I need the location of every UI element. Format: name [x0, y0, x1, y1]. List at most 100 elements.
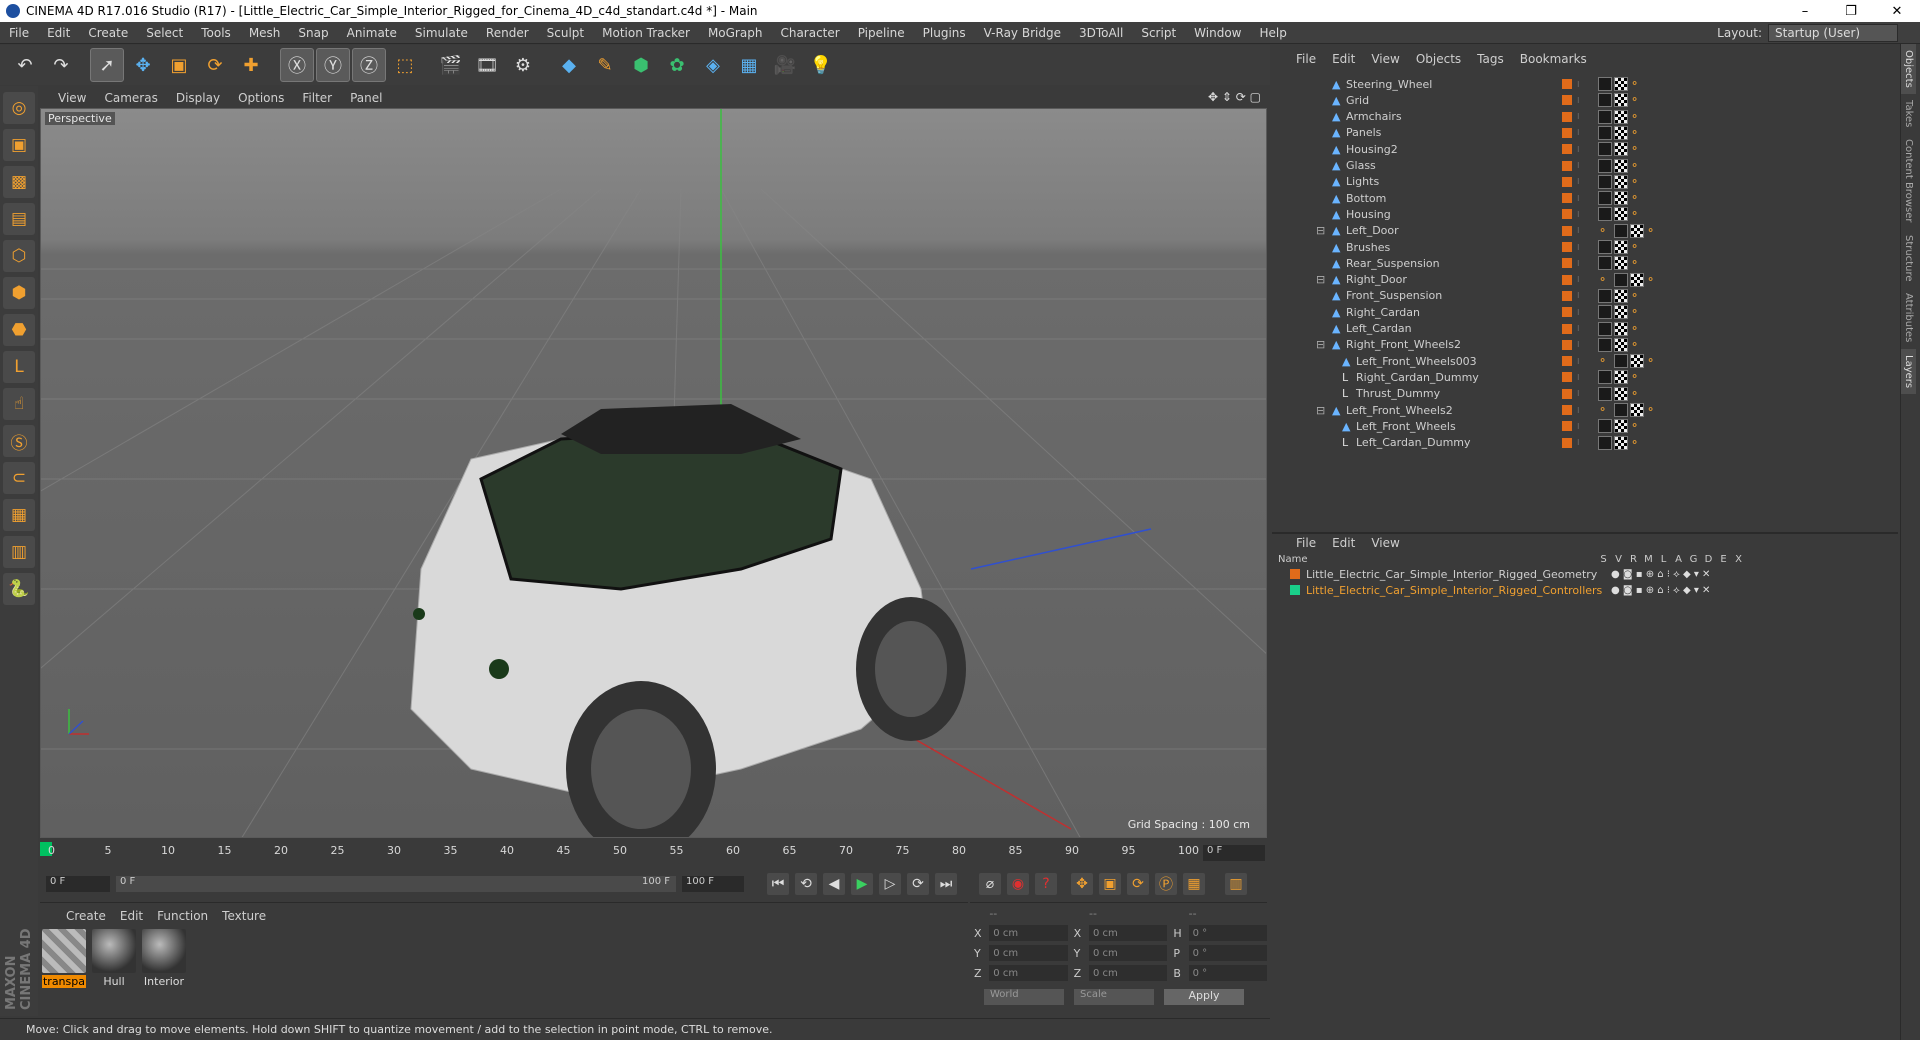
xpresso-tag-icon[interactable]: ⚬	[1630, 77, 1644, 91]
om-menu-edit[interactable]: Edit	[1332, 52, 1355, 66]
layer-color-swatch[interactable]	[1562, 388, 1572, 399]
close-button[interactable]: ✕	[1874, 0, 1920, 22]
material-interior[interactable]: Interior	[142, 929, 186, 988]
render-view-icon[interactable]: 🎬	[434, 48, 468, 82]
xpresso-tag-icon[interactable]: ⚬	[1630, 338, 1644, 352]
om-menu-objects[interactable]: Objects	[1416, 52, 1461, 66]
checker-material-tag-icon[interactable]	[1630, 223, 1644, 238]
checker-material-tag-icon[interactable]	[1614, 337, 1628, 352]
menu-select[interactable]: Select	[137, 26, 192, 40]
mat-menu-texture[interactable]: Texture	[222, 909, 266, 923]
workplane-lock-icon[interactable]: ▦	[3, 499, 35, 531]
expand-toggle-icon[interactable]: ⊟	[1316, 273, 1325, 286]
material-tag-icon[interactable]	[1614, 354, 1628, 369]
visibility-dots-icon[interactable]: ⁝	[1577, 210, 1580, 219]
xpresso-tag-icon[interactable]: ⚬	[1598, 354, 1612, 368]
viewport-menu-display[interactable]: Display	[176, 91, 220, 105]
xpresso-tag-icon[interactable]: ⚬	[1630, 142, 1644, 156]
apply-button[interactable]: Apply	[1164, 989, 1244, 1005]
material-tag-icon[interactable]	[1598, 142, 1612, 157]
expand-toggle-icon[interactable]: ⊟	[1316, 224, 1325, 237]
menu-plugins[interactable]: Plugins	[914, 26, 975, 40]
checker-material-tag-icon[interactable]	[1614, 93, 1628, 108]
visibility-dots-icon[interactable]: ⁝	[1577, 406, 1580, 415]
scale-tool-icon[interactable]: ▣	[162, 48, 196, 82]
viewport-menu-options[interactable]: Options	[238, 91, 284, 105]
checker-material-tag-icon[interactable]	[1614, 240, 1628, 254]
next-frame-icon[interactable]: ▷	[879, 873, 901, 895]
visibility-dots-icon[interactable]: ⁝	[1577, 275, 1580, 284]
menu-v-ray-bridge[interactable]: V-Ray Bridge	[975, 26, 1070, 40]
layer-color-swatch[interactable]	[1562, 127, 1572, 138]
xpresso-tag-icon[interactable]: ⚬	[1630, 207, 1644, 221]
checker-material-tag-icon[interactable]	[1614, 207, 1628, 222]
select-tool-icon[interactable]: ➚	[90, 48, 124, 82]
material-tag-icon[interactable]	[1598, 435, 1612, 450]
material-tag-icon[interactable]	[1598, 288, 1612, 303]
xpresso-tag-icon[interactable]: ⚬	[1630, 240, 1644, 254]
visibility-dots-icon[interactable]: ⁝	[1577, 340, 1580, 349]
menu-3dtoall[interactable]: 3DToAll	[1070, 26, 1132, 40]
redo-icon[interactable]: ↷	[44, 48, 78, 82]
visibility-dots-icon[interactable]: ⁝	[1577, 422, 1580, 431]
visibility-dots-icon[interactable]: ⁝	[1577, 112, 1580, 121]
viewport-menu-cameras[interactable]: Cameras	[104, 91, 157, 105]
pen-spline-icon[interactable]: ✎	[588, 48, 622, 82]
checker-material-tag-icon[interactable]	[1614, 142, 1628, 157]
xpresso-tag-icon[interactable]: ⚬	[1598, 403, 1612, 417]
menu-snap[interactable]: Snap	[289, 26, 337, 40]
z-axis-icon[interactable]: Ⓩ	[352, 48, 386, 82]
layer-color-swatch[interactable]	[1290, 569, 1300, 579]
end-frame-field[interactable]: 100 F	[682, 876, 744, 892]
layer-color-swatch[interactable]	[1562, 144, 1572, 155]
menu-mesh[interactable]: Mesh	[240, 26, 290, 40]
visibility-dots-icon[interactable]: ⁝	[1577, 389, 1580, 398]
menu-mograph[interactable]: MoGraph	[699, 26, 772, 40]
visibility-dots-icon[interactable]: ⁝	[1577, 177, 1580, 186]
mat-menu-function[interactable]: Function	[157, 909, 208, 923]
xpresso-tag-icon[interactable]: ⚬	[1630, 110, 1644, 124]
checker-material-tag-icon[interactable]	[1614, 158, 1628, 173]
visibility-dots-icon[interactable]: ⁝	[1577, 291, 1580, 300]
timeline-window-icon[interactable]: ▥	[1225, 873, 1247, 895]
checker-material-tag-icon[interactable]	[1614, 305, 1628, 320]
render-picture-viewer-icon[interactable]: 🎞	[470, 48, 504, 82]
layer-color-swatch[interactable]	[1562, 111, 1572, 122]
menu-simulate[interactable]: Simulate	[406, 26, 477, 40]
layer-color-swatch[interactable]	[1562, 176, 1572, 187]
prev-frame-icon[interactable]: ◀	[823, 873, 845, 895]
checker-material-tag-icon[interactable]	[1614, 77, 1628, 91]
record-keys-icon[interactable]: ⌀	[979, 873, 1001, 895]
viewport-nav-icons[interactable]: ✥ ⇕ ⟳ ▢	[1208, 90, 1261, 104]
object-row[interactable]: L Left_Cardan_Dummy ⁝ ⚬	[1272, 433, 1886, 453]
menu-animate[interactable]: Animate	[338, 26, 406, 40]
goto-start-icon[interactable]: ⏮	[767, 873, 789, 895]
coord-field[interactable]: 0 cm	[1088, 965, 1168, 981]
layer-color-swatch[interactable]	[1562, 372, 1572, 383]
material-tag-icon[interactable]	[1598, 256, 1612, 271]
coord-space-dropdown[interactable]: World	[984, 989, 1064, 1005]
layer-color-swatch[interactable]	[1562, 274, 1572, 285]
layer-color-swatch[interactable]	[1562, 95, 1572, 106]
visibility-dots-icon[interactable]: ⁝	[1577, 80, 1580, 89]
menu-pipeline[interactable]: Pipeline	[849, 26, 914, 40]
material-tag-icon[interactable]	[1614, 272, 1628, 287]
snap-icon[interactable]: Ⓢ	[3, 425, 35, 457]
checker-material-tag-icon[interactable]	[1614, 386, 1628, 401]
camera-icon[interactable]: 🎥	[768, 48, 802, 82]
menu-edit[interactable]: Edit	[38, 26, 79, 40]
layer-color-swatch[interactable]	[1562, 290, 1572, 301]
side-tab-attributes[interactable]: Attributes	[1901, 287, 1916, 348]
menu-help[interactable]: Help	[1250, 26, 1295, 40]
side-tab-takes[interactable]: Takes	[1901, 94, 1916, 133]
key-pla-icon[interactable]: ▦	[1183, 873, 1205, 895]
material-hull[interactable]: Hull	[92, 929, 136, 988]
tweak-mode-icon[interactable]: ☝	[3, 388, 35, 420]
material-tag-icon[interactable]	[1598, 125, 1612, 140]
xpresso-tag-icon[interactable]: ⚬	[1630, 159, 1644, 173]
layer-color-swatch[interactable]	[1290, 585, 1300, 595]
deformer-icon[interactable]: ◈	[696, 48, 730, 82]
layer-color-swatch[interactable]	[1562, 79, 1572, 89]
xpresso-tag-icon[interactable]: ⚬	[1630, 126, 1644, 140]
polygons-mode-icon[interactable]: ⬣	[3, 314, 35, 346]
